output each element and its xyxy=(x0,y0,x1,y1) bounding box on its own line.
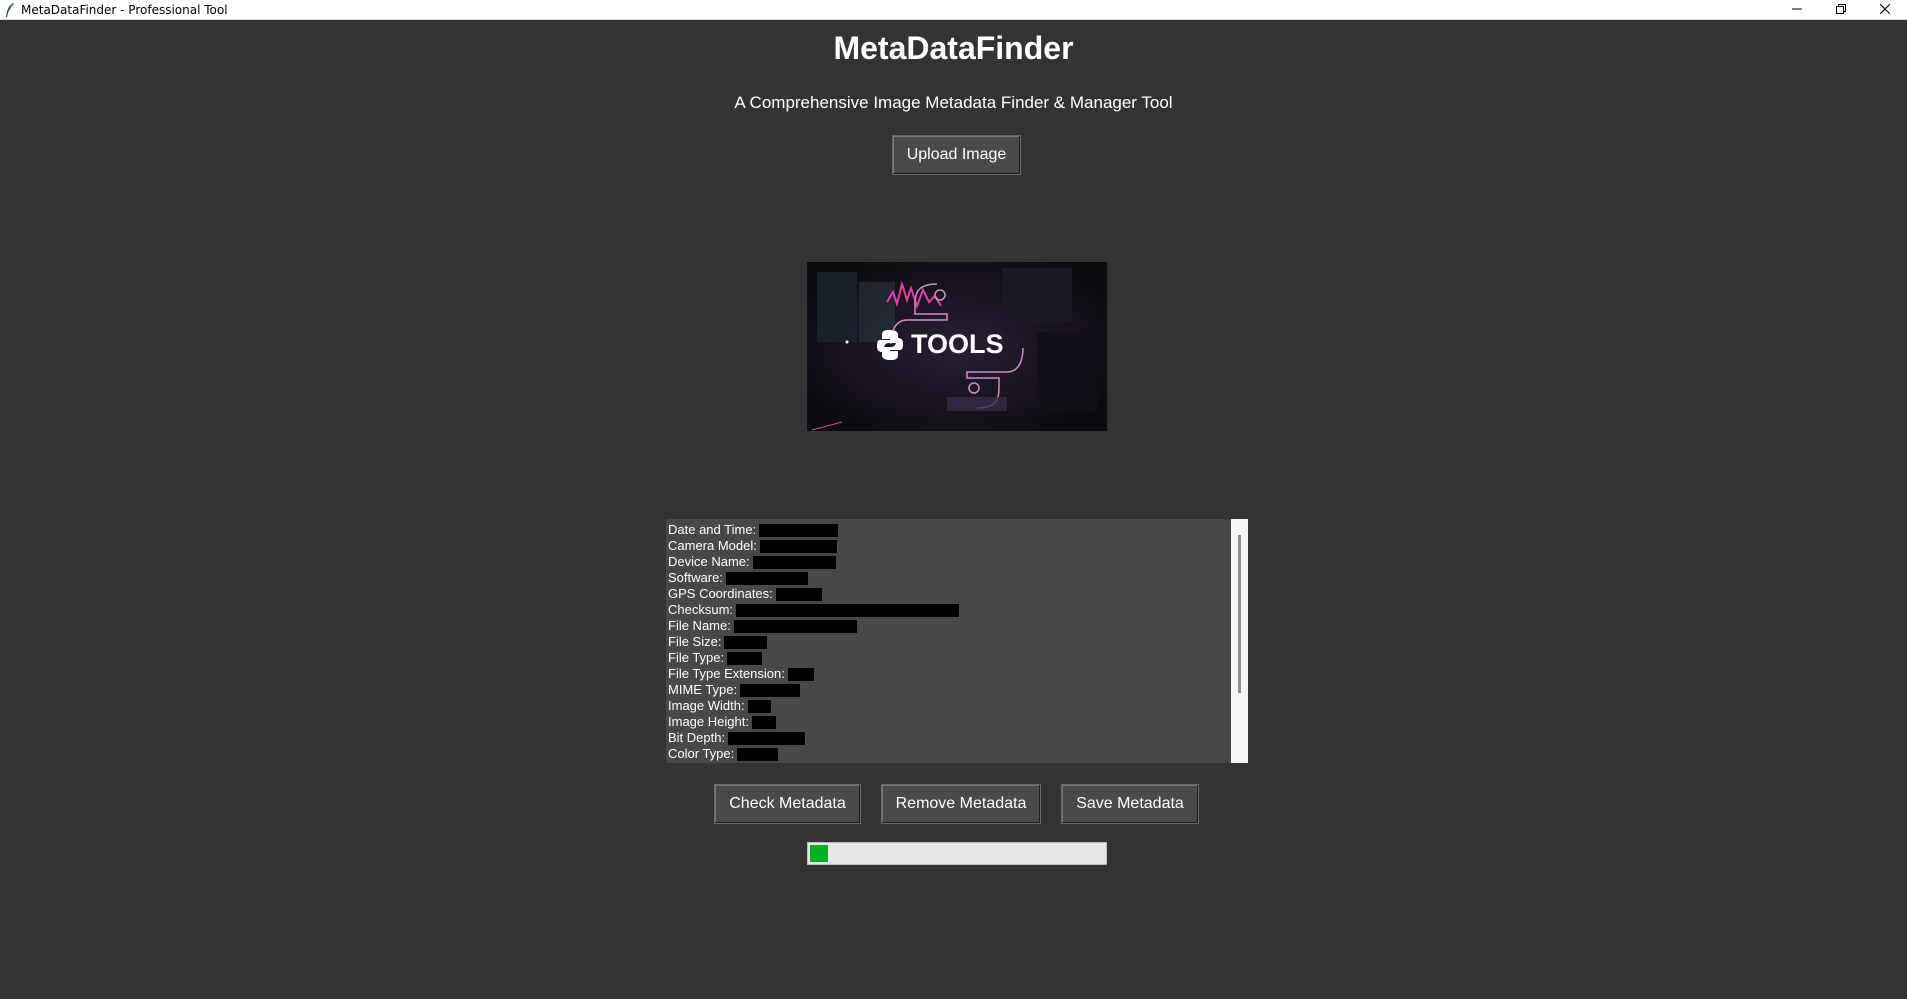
metadata-text-panel[interactable]: Date and Time: Camera Model: Device Name… xyxy=(666,519,1248,763)
check-metadata-button[interactable]: Check Metadata xyxy=(714,784,861,824)
metadata-row: Color Type: xyxy=(668,746,1228,762)
close-icon xyxy=(1879,1,1891,19)
metadata-row: File Size: xyxy=(668,634,1228,650)
metadata-row: Device Name: xyxy=(668,554,1228,570)
redacted-value xyxy=(747,699,771,713)
redacted-value xyxy=(752,555,836,569)
redacted-value xyxy=(787,667,814,681)
metadata-row: File Type Extension: xyxy=(668,666,1228,682)
redacted-value xyxy=(759,523,839,537)
redacted-value xyxy=(775,587,822,601)
remove-metadata-button[interactable]: Remove Metadata xyxy=(881,784,1041,824)
window-title: MetaDataFinder - Professional Tool xyxy=(21,2,228,17)
redacted-value xyxy=(727,651,763,665)
preview-artwork: TOOLS xyxy=(807,262,1107,431)
redacted-value xyxy=(724,635,768,649)
progress-bar xyxy=(807,842,1107,865)
scrollbar-thumb[interactable] xyxy=(1238,535,1241,693)
metadata-row: MIME Type: xyxy=(668,682,1228,698)
metadata-row: Image Height: xyxy=(668,714,1228,730)
save-metadata-button[interactable]: Save Metadata xyxy=(1061,784,1199,824)
metadata-row: Bit Depth: xyxy=(668,730,1228,746)
app-title: MetaDataFinder xyxy=(833,30,1074,66)
metadata-row: Image Width: xyxy=(668,698,1228,714)
close-button[interactable] xyxy=(1863,0,1907,19)
progress-fill xyxy=(810,845,828,862)
image-preview: TOOLS xyxy=(807,262,1107,431)
redacted-value xyxy=(740,683,801,697)
feather-icon xyxy=(3,2,17,17)
metadata-row: Date and Time: xyxy=(668,522,1228,538)
restore-button[interactable] xyxy=(1819,0,1863,19)
minimize-icon xyxy=(1792,1,1802,19)
metadata-row: Camera Model: xyxy=(668,538,1228,554)
metadata-row: Checksum: xyxy=(668,602,1228,618)
metadata-row: File Type: xyxy=(668,650,1228,666)
metadata-row: File Name: xyxy=(668,618,1228,634)
redacted-value xyxy=(759,539,837,553)
metadata-list: Date and Time: Camera Model: Device Name… xyxy=(668,522,1228,762)
redacted-value xyxy=(737,747,779,761)
upload-image-button[interactable]: Upload Image xyxy=(892,135,1021,175)
preview-text: TOOLS xyxy=(911,329,1004,359)
minimize-button[interactable] xyxy=(1775,0,1819,19)
redacted-value xyxy=(725,571,808,585)
app-subtitle: A Comprehensive Image Metadata Finder & … xyxy=(734,93,1173,112)
redacted-value xyxy=(733,619,857,633)
metadata-scrollbar[interactable] xyxy=(1231,519,1248,763)
metadata-row: Software: xyxy=(668,570,1228,586)
restore-icon xyxy=(1836,1,1846,19)
redacted-value xyxy=(751,715,776,729)
window-title-bar: MetaDataFinder - Professional Tool xyxy=(0,0,1907,20)
metadata-row: GPS Coordinates: xyxy=(668,586,1228,602)
redacted-value xyxy=(736,603,960,617)
redacted-value xyxy=(728,731,806,745)
